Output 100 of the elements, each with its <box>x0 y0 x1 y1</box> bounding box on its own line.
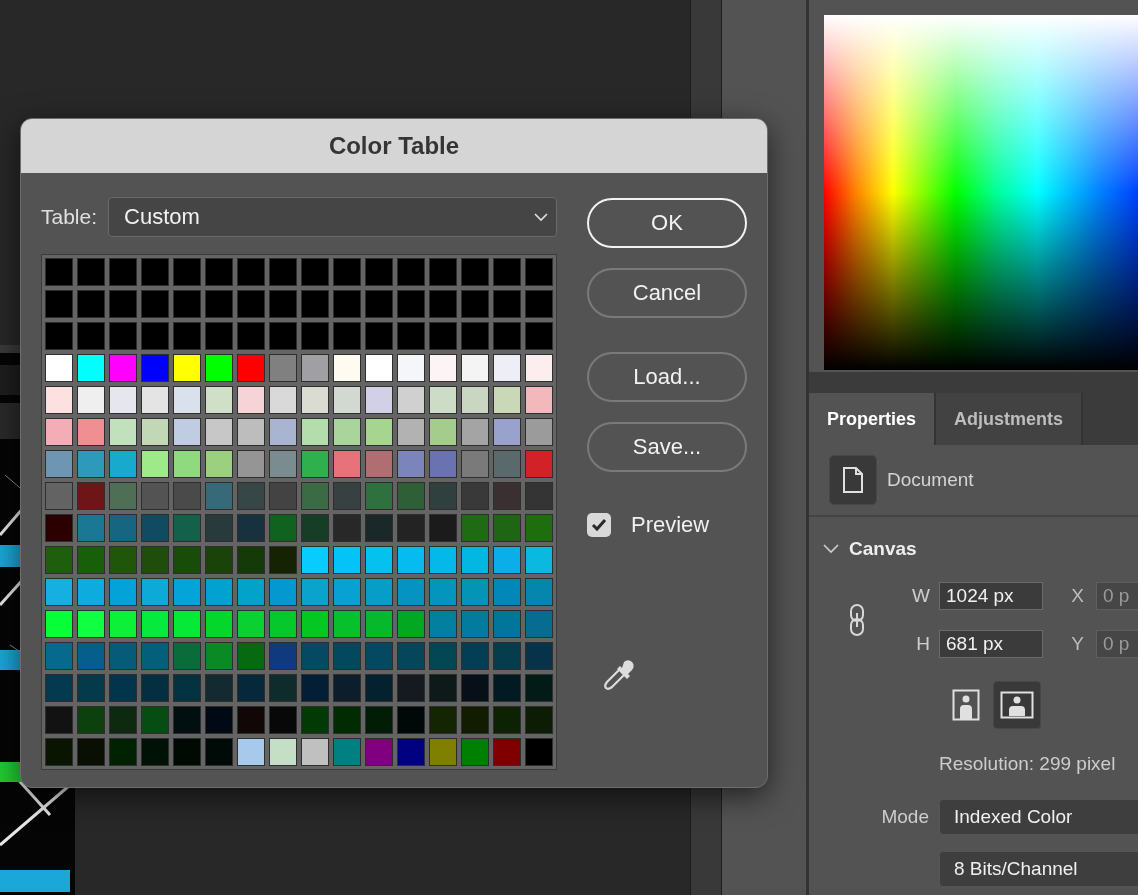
color-swatch[interactable] <box>461 354 489 382</box>
dialog-button[interactable]: OK <box>587 198 747 248</box>
color-swatch[interactable] <box>525 418 553 446</box>
color-swatch[interactable] <box>525 642 553 670</box>
color-swatch[interactable] <box>237 450 265 478</box>
input-field[interactable]: 681 px <box>939 630 1043 658</box>
color-swatch[interactable] <box>301 322 329 350</box>
color-swatch[interactable] <box>237 482 265 510</box>
color-swatch[interactable] <box>301 354 329 382</box>
color-swatch[interactable] <box>45 738 73 766</box>
panel-tab[interactable]: Properties <box>809 393 937 445</box>
color-swatch[interactable] <box>109 290 137 318</box>
color-swatch[interactable] <box>525 290 553 318</box>
color-swatch[interactable] <box>397 450 425 478</box>
color-swatch[interactable] <box>365 354 393 382</box>
color-swatch[interactable] <box>77 674 105 702</box>
color-swatch[interactable] <box>109 738 137 766</box>
table-dropdown[interactable]: Custom <box>108 197 557 237</box>
color-swatch[interactable] <box>397 290 425 318</box>
color-swatch[interactable] <box>173 258 201 286</box>
color-swatch[interactable] <box>109 578 137 606</box>
color-swatch[interactable] <box>269 482 297 510</box>
color-swatch[interactable] <box>525 514 553 542</box>
color-swatch[interactable] <box>333 706 361 734</box>
preview-checkbox[interactable] <box>587 513 611 537</box>
color-swatch[interactable] <box>365 642 393 670</box>
color-swatch[interactable] <box>269 450 297 478</box>
color-swatch[interactable] <box>109 514 137 542</box>
color-swatch[interactable] <box>173 322 201 350</box>
color-swatch[interactable] <box>333 258 361 286</box>
color-swatch[interactable] <box>333 514 361 542</box>
color-swatch[interactable] <box>173 290 201 318</box>
color-swatch[interactable] <box>141 706 169 734</box>
color-swatch[interactable] <box>109 450 137 478</box>
dialog-button[interactable]: Cancel <box>587 268 747 318</box>
color-swatch[interactable] <box>205 482 233 510</box>
color-swatch[interactable] <box>205 514 233 542</box>
color-swatch[interactable] <box>205 450 233 478</box>
color-swatch[interactable] <box>525 482 553 510</box>
color-swatch[interactable] <box>429 290 457 318</box>
color-swatch[interactable] <box>525 610 553 638</box>
color-swatch[interactable] <box>141 546 169 574</box>
color-swatch[interactable] <box>77 258 105 286</box>
color-swatch[interactable] <box>493 706 521 734</box>
color-swatch[interactable] <box>365 674 393 702</box>
bit-depth-dropdown[interactable]: 8 Bits/Channel <box>939 851 1138 887</box>
color-swatch[interactable] <box>461 674 489 702</box>
color-swatch[interactable] <box>429 706 457 734</box>
color-swatch[interactable] <box>365 514 393 542</box>
color-swatch[interactable] <box>461 514 489 542</box>
color-swatch[interactable] <box>141 578 169 606</box>
color-swatch[interactable] <box>141 290 169 318</box>
color-swatch[interactable] <box>301 290 329 318</box>
color-swatch[interactable] <box>141 354 169 382</box>
color-swatch[interactable] <box>429 258 457 286</box>
color-swatch[interactable] <box>109 546 137 574</box>
color-swatch[interactable] <box>365 322 393 350</box>
color-swatch[interactable] <box>493 674 521 702</box>
color-swatch[interactable] <box>237 322 265 350</box>
color-swatch[interactable] <box>365 290 393 318</box>
color-swatch[interactable] <box>77 450 105 478</box>
color-swatch[interactable] <box>493 514 521 542</box>
color-swatch[interactable] <box>237 354 265 382</box>
color-swatch[interactable] <box>525 354 553 382</box>
color-swatch[interactable] <box>461 258 489 286</box>
color-swatch[interactable] <box>173 514 201 542</box>
color-swatch[interactable] <box>45 354 73 382</box>
color-swatch[interactable] <box>429 482 457 510</box>
color-swatch[interactable] <box>77 610 105 638</box>
color-swatch[interactable] <box>77 418 105 446</box>
color-swatch[interactable] <box>77 290 105 318</box>
color-swatch[interactable] <box>109 386 137 414</box>
color-swatch[interactable] <box>173 738 201 766</box>
color-swatch[interactable] <box>77 546 105 574</box>
color-swatch[interactable] <box>525 322 553 350</box>
color-swatch[interactable] <box>365 738 393 766</box>
color-swatch[interactable] <box>109 258 137 286</box>
color-swatch[interactable] <box>269 386 297 414</box>
color-swatch[interactable] <box>141 322 169 350</box>
color-swatch[interactable] <box>493 578 521 606</box>
color-swatch[interactable] <box>493 450 521 478</box>
color-swatch[interactable] <box>397 354 425 382</box>
color-swatch[interactable] <box>333 354 361 382</box>
color-swatch[interactable] <box>45 258 73 286</box>
color-swatch[interactable] <box>205 354 233 382</box>
mode-dropdown[interactable]: Indexed Color <box>939 799 1138 835</box>
color-swatch[interactable] <box>173 674 201 702</box>
input-field[interactable]: 1024 px <box>939 582 1043 610</box>
color-swatch[interactable] <box>493 610 521 638</box>
color-swatch[interactable] <box>141 258 169 286</box>
color-swatch[interactable] <box>493 386 521 414</box>
color-swatch[interactable] <box>461 322 489 350</box>
color-swatch[interactable] <box>237 258 265 286</box>
color-swatch[interactable] <box>301 642 329 670</box>
color-swatch[interactable] <box>173 418 201 446</box>
link-icon[interactable] <box>848 603 865 637</box>
color-swatch[interactable] <box>109 482 137 510</box>
color-swatch[interactable] <box>237 610 265 638</box>
color-swatch[interactable] <box>205 738 233 766</box>
color-swatch[interactable] <box>461 610 489 638</box>
